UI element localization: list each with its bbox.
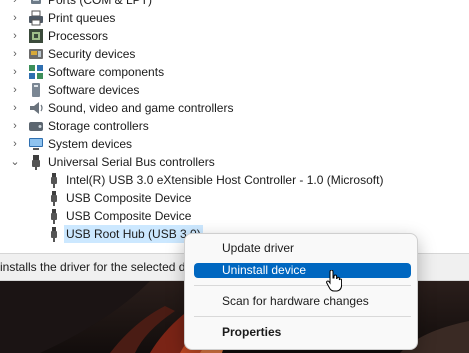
tree-row-processors[interactable]: › Processors: [0, 27, 469, 45]
chevron-right-icon[interactable]: ›: [6, 81, 24, 99]
chevron-right-icon[interactable]: ›: [6, 0, 24, 9]
menu-separator: [194, 285, 411, 286]
menu-item-label: Uninstall device: [222, 263, 307, 277]
chevron-right-icon[interactable]: ›: [6, 135, 24, 153]
tree-row-ports[interactable]: › Ports (COM & LPT): [0, 0, 469, 9]
context-menu: Update driver Uninstall device Scan for …: [184, 233, 418, 350]
menu-item-label: Properties: [222, 325, 282, 339]
hand-cursor-icon: [326, 270, 342, 292]
tree-row-storage-controllers[interactable]: › Storage controllers: [0, 117, 469, 135]
tree-item-label: USB Composite Device: [66, 191, 192, 205]
tree-item-label: USB Root Hub (USB 3.0): [64, 225, 203, 243]
tree-row-usb-composite-1[interactable]: USB Composite Device: [0, 189, 469, 207]
speaker-icon: [28, 100, 44, 116]
tree-row-software-components[interactable]: › Software components: [0, 63, 469, 81]
menu-item-scan-hardware[interactable]: Scan for hardware changes: [194, 294, 411, 309]
menu-item-update-driver[interactable]: Update driver: [194, 241, 411, 256]
device-tree[interactable]: › Ports (COM & LPT) › Print queues › Pro…: [0, 0, 469, 253]
printer-icon: [28, 10, 44, 26]
tree-item-label: Security devices: [48, 47, 136, 61]
tree-item-label: Sound, video and game controllers: [48, 101, 234, 115]
software-component-icon: [28, 64, 44, 80]
tree-item-label: Software components: [48, 65, 165, 79]
chevron-right-icon[interactable]: ›: [6, 117, 24, 135]
software-device-icon: [28, 82, 44, 98]
menu-item-uninstall-device[interactable]: Uninstall device: [194, 263, 411, 278]
usb-plug-icon: [46, 190, 62, 206]
menu-item-label: Scan for hardware changes: [222, 294, 369, 308]
chevron-right-icon[interactable]: ›: [6, 45, 24, 63]
tree-row-print-queues[interactable]: › Print queues: [0, 9, 469, 27]
tree-item-label: System devices: [48, 137, 133, 151]
tree-item-label: Universal Serial Bus controllers: [48, 155, 215, 169]
tree-item-label: Storage controllers: [48, 119, 149, 133]
menu-item-properties[interactable]: Properties: [194, 325, 411, 340]
system-device-icon: [28, 136, 44, 152]
tree-row-usb-controllers[interactable]: ⌄ Universal Serial Bus controllers: [0, 153, 469, 171]
tree-item-label: Ports (COM & LPT): [48, 0, 153, 7]
processor-icon: [28, 28, 44, 44]
chevron-right-icon[interactable]: ›: [6, 9, 24, 27]
tree-row-usb-host-controller[interactable]: Intel(R) USB 3.0 eXtensible Host Control…: [0, 171, 469, 189]
tree-item-label: Processors: [48, 29, 109, 43]
tree-item-label: Intel(R) USB 3.0 eXtensible Host Control…: [66, 173, 384, 187]
tree-row-sound-video-game[interactable]: › Sound, video and game controllers: [0, 99, 469, 117]
chevron-down-icon[interactable]: ⌄: [6, 153, 24, 171]
usb-plug-icon: [46, 172, 62, 188]
usb-plug-icon: [46, 208, 62, 224]
port-icon: [28, 0, 44, 8]
tree-item-label: Print queues: [48, 11, 116, 25]
usb-icon: [28, 154, 44, 170]
storage-controller-icon: [28, 118, 44, 134]
tree-item-label: Software devices: [48, 83, 140, 97]
tree-row-system-devices[interactable]: › System devices: [0, 135, 469, 153]
tree-row-usb-composite-2[interactable]: USB Composite Device: [0, 207, 469, 225]
chevron-right-icon[interactable]: ›: [6, 63, 24, 81]
usb-plug-icon: [46, 226, 62, 242]
status-text: installs the driver for the selected d: [0, 260, 186, 274]
menu-item-label: Update driver: [222, 241, 295, 255]
security-device-icon: [28, 46, 44, 62]
menu-separator: [194, 316, 411, 317]
chevron-right-icon[interactable]: ›: [6, 99, 24, 117]
tree-row-security-devices[interactable]: › Security devices: [0, 45, 469, 63]
tree-item-label: USB Composite Device: [66, 209, 192, 223]
tree-row-software-devices[interactable]: › Software devices: [0, 81, 469, 99]
chevron-right-icon[interactable]: ›: [6, 27, 24, 45]
